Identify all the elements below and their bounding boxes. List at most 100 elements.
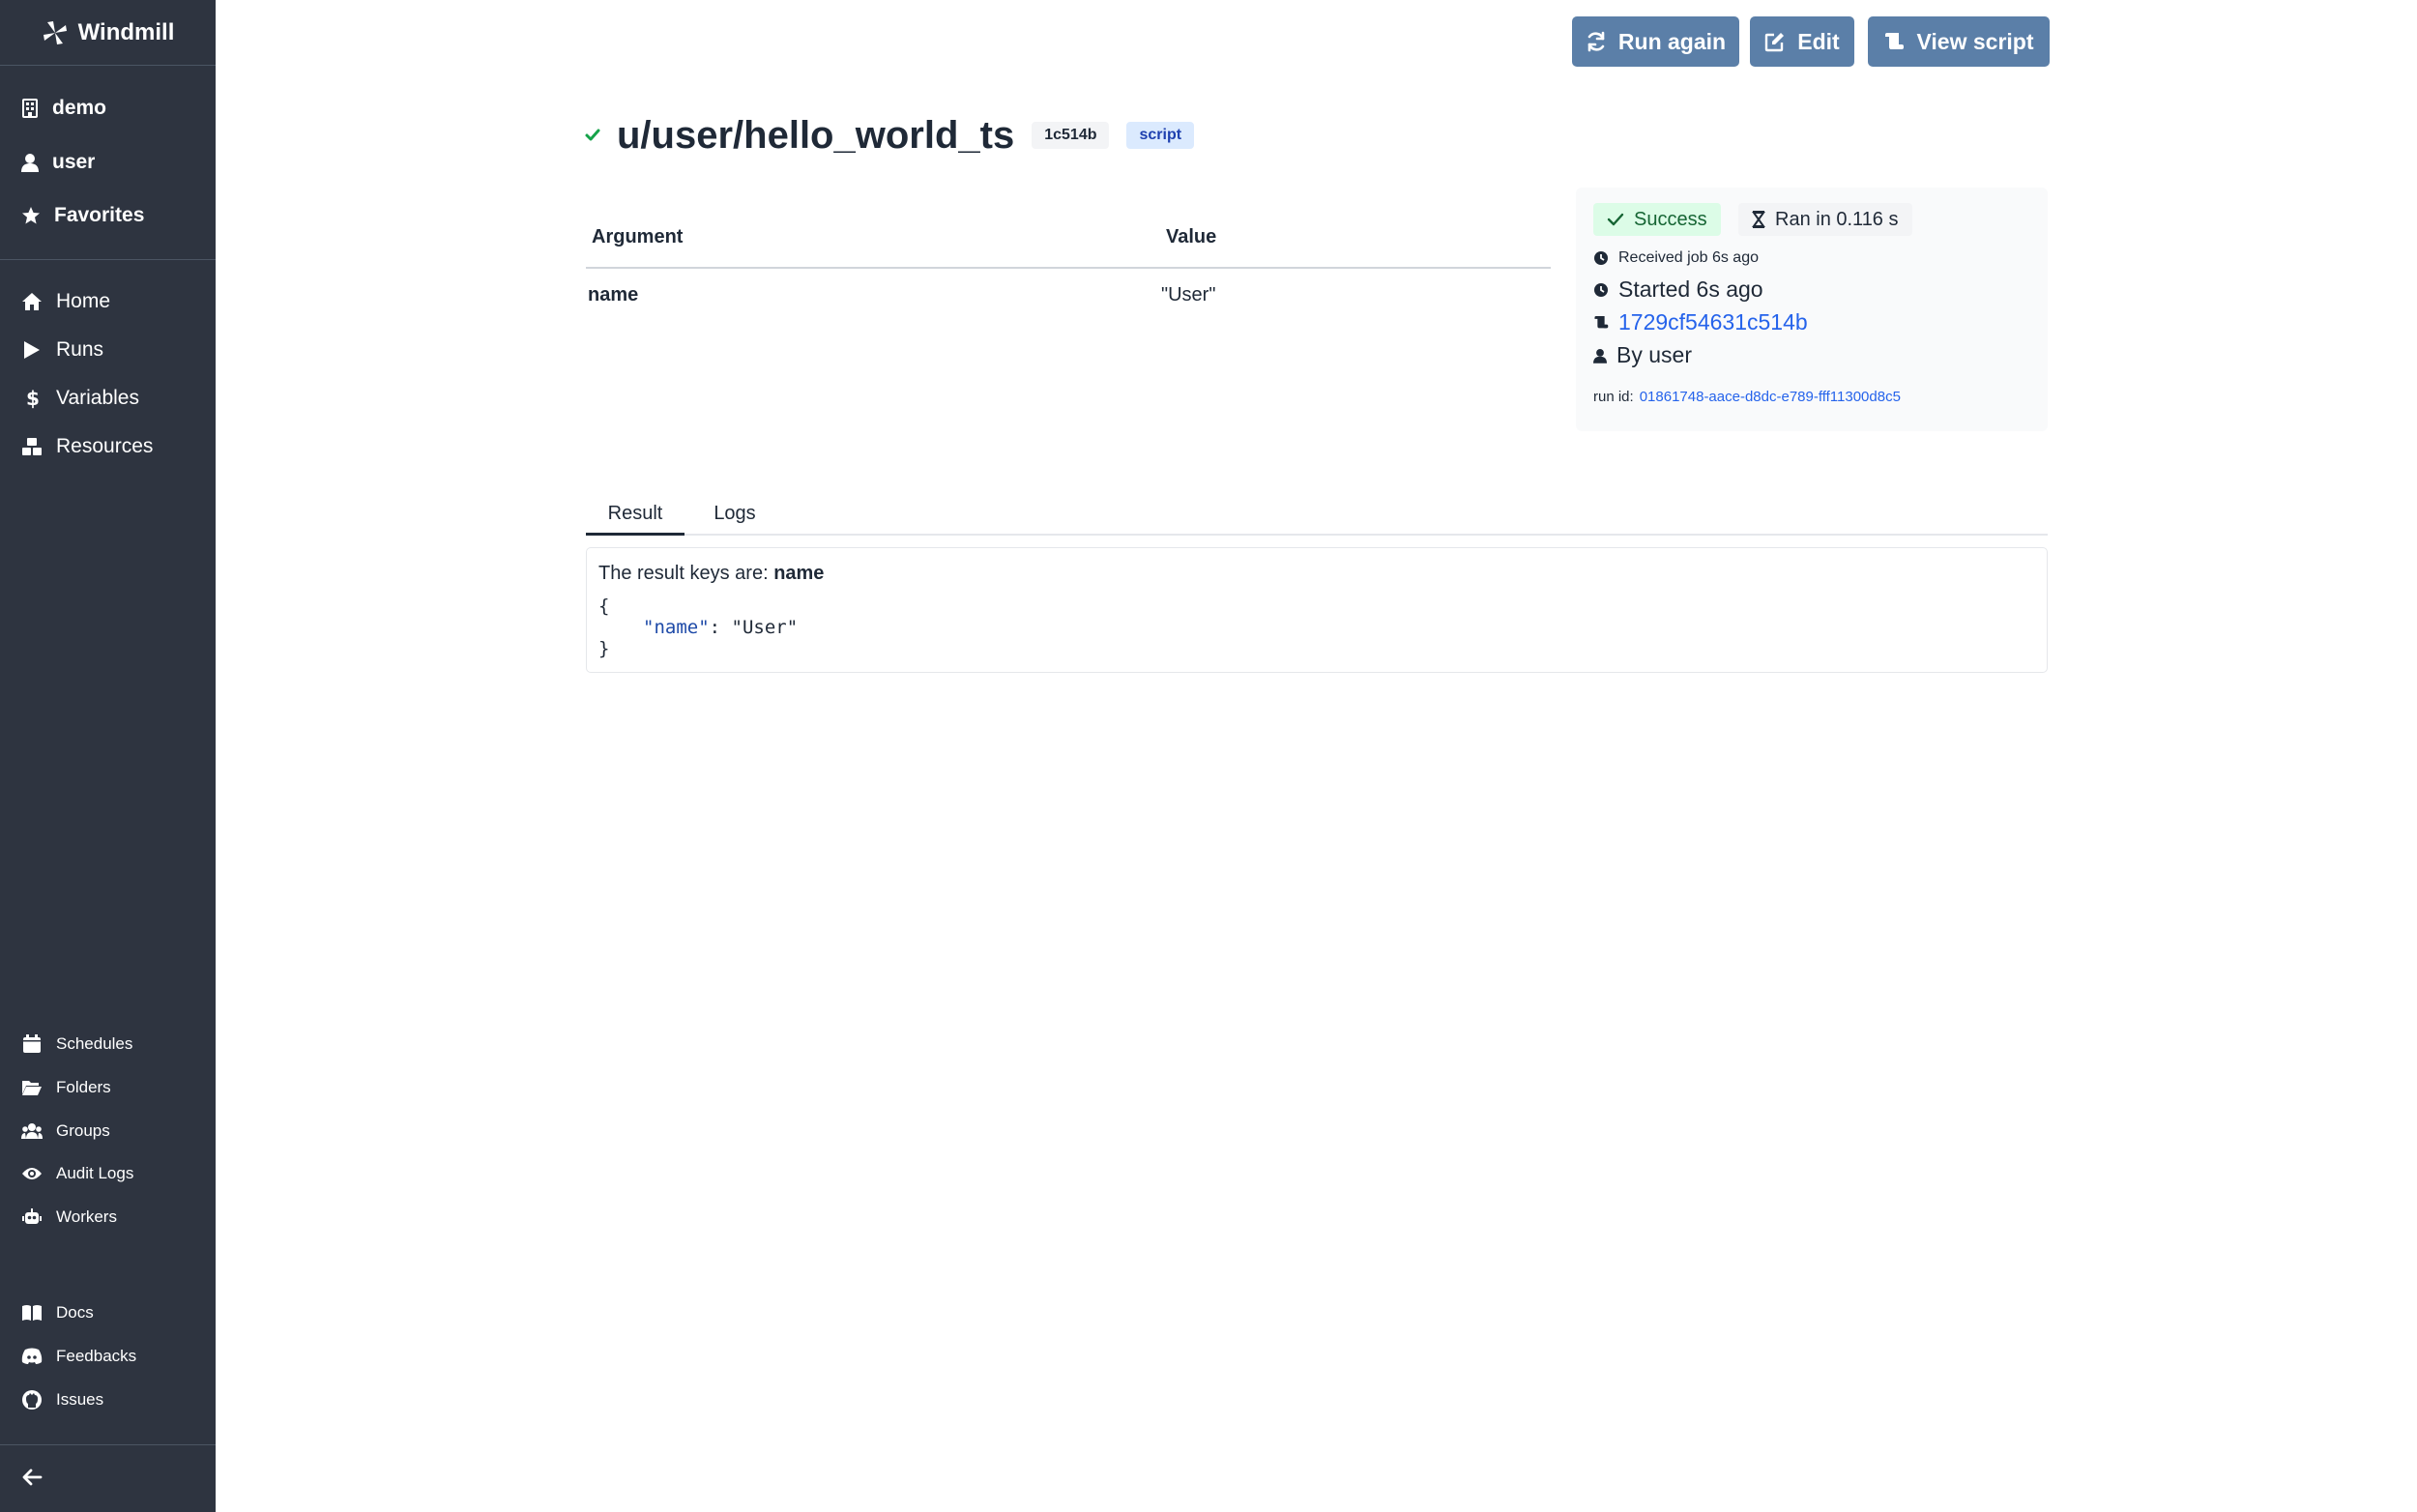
eye-icon bbox=[22, 1168, 42, 1179]
sidebar-item-label: Variables bbox=[56, 387, 139, 409]
result-panel: The result keys are: name { "name": "Use… bbox=[586, 547, 2048, 673]
started-text: Started 6s ago bbox=[1618, 276, 1763, 302]
started-line: Started 6s ago bbox=[1593, 276, 1763, 303]
cubes-icon bbox=[22, 438, 42, 455]
building-icon bbox=[22, 99, 38, 118]
received-text: Received job 6s ago bbox=[1618, 249, 1759, 266]
sidebar-item-feedbacks[interactable]: Feedbacks bbox=[21, 1347, 136, 1366]
json-open-brace: { bbox=[598, 596, 610, 617]
edit-button[interactable]: Edit bbox=[1750, 16, 1854, 67]
script-hash-badge: 1c514b bbox=[1032, 122, 1110, 149]
result-tabs: Result Logs bbox=[586, 495, 2048, 536]
sidebar-item-groups[interactable]: Groups bbox=[21, 1121, 110, 1141]
sidebar-item-label: Folders bbox=[56, 1078, 111, 1096]
brand[interactable]: Windmill bbox=[0, 0, 216, 66]
sidebar: Windmill demo user Favorites Home Runs $… bbox=[0, 0, 216, 1512]
result-keys-value: name bbox=[773, 563, 825, 584]
sidebar-item-workers[interactable]: Workers bbox=[21, 1207, 117, 1227]
sidebar-item-label: Feedbacks bbox=[56, 1347, 137, 1365]
run-id-label: run id: bbox=[1593, 389, 1634, 405]
dollar-icon: $ bbox=[26, 388, 40, 409]
sidebar-item-label: Favorites bbox=[54, 204, 145, 226]
argument-value: "User" bbox=[1161, 284, 1216, 305]
star-icon bbox=[22, 207, 40, 224]
discord-icon bbox=[21, 1348, 43, 1364]
run-again-button[interactable]: Run again bbox=[1572, 16, 1739, 67]
arrow-left-icon bbox=[22, 1468, 43, 1486]
received-line: Received job 6s ago bbox=[1593, 249, 1759, 267]
sidebar-item-favorites[interactable]: Favorites bbox=[21, 204, 144, 227]
json-close-brace: } bbox=[598, 638, 610, 659]
sidebar-item-issues[interactable]: Issues bbox=[21, 1389, 103, 1410]
sidebar-divider bbox=[0, 1444, 216, 1445]
sidebar-item-resources[interactable]: Resources bbox=[21, 435, 153, 458]
duration-label: Ran in 0.116 s bbox=[1775, 208, 1899, 230]
job-path: u/user/hello_world_ts bbox=[617, 113, 1015, 157]
result-keys-line: The result keys are: name bbox=[598, 560, 824, 587]
sidebar-item-home[interactable]: Home bbox=[21, 290, 110, 313]
sidebar-item-runs[interactable]: Runs bbox=[21, 338, 103, 362]
refresh-icon bbox=[1587, 31, 1605, 52]
script-hash-link[interactable]: 1729cf54631c514b bbox=[1618, 309, 1808, 335]
job-status-card: Success Ran in 0.116 s Received job 6s a… bbox=[1576, 188, 2048, 431]
result-keys-label: The result keys are: bbox=[598, 563, 769, 584]
sidebar-item-label: demo bbox=[52, 97, 107, 119]
sidebar-item-label: Audit Logs bbox=[56, 1164, 134, 1182]
check-icon bbox=[585, 129, 600, 141]
folder-open-icon bbox=[22, 1081, 42, 1095]
args-table-header: Argument Value bbox=[586, 222, 1551, 269]
collapse-sidebar-button[interactable] bbox=[21, 1468, 43, 1487]
clock-icon bbox=[1594, 282, 1608, 297]
sidebar-item-label: Workers bbox=[56, 1207, 117, 1226]
argument-column-header: Argument bbox=[592, 226, 684, 247]
home-icon bbox=[22, 293, 42, 310]
sidebar-item-label: Schedules bbox=[56, 1034, 133, 1053]
sidebar-item-workspace[interactable]: demo bbox=[21, 97, 106, 120]
by-user-text: By user bbox=[1616, 342, 1692, 367]
run-again-label: Run again bbox=[1617, 28, 1727, 54]
check-icon bbox=[1607, 213, 1624, 226]
job-kind-badge: script bbox=[1126, 122, 1195, 149]
users-icon bbox=[21, 1123, 43, 1139]
scroll-icon bbox=[1885, 33, 1905, 49]
play-icon bbox=[24, 341, 40, 359]
json-value: "User" bbox=[731, 617, 799, 638]
json-key: "name" bbox=[643, 617, 710, 638]
table-row: name "User" bbox=[586, 280, 1551, 309]
user-icon bbox=[1593, 348, 1607, 363]
success-badge: Success bbox=[1593, 203, 1721, 236]
script-hash-line[interactable]: 1729cf54631c514b bbox=[1593, 309, 1808, 335]
svg-text:$: $ bbox=[26, 388, 40, 409]
sidebar-item-schedules[interactable]: Schedules bbox=[21, 1034, 132, 1054]
hourglass-icon bbox=[1752, 211, 1765, 228]
user-icon bbox=[21, 154, 39, 172]
sidebar-item-label: user bbox=[52, 151, 96, 173]
sidebar-item-label: Groups bbox=[56, 1121, 110, 1140]
sidebar-item-user[interactable]: user bbox=[21, 151, 95, 174]
sidebar-item-label: Resources bbox=[56, 435, 154, 457]
job-title-row: u/user/hello_world_ts 1c514b script bbox=[584, 108, 1195, 162]
by-user-line: By user bbox=[1593, 342, 1692, 368]
sidebar-item-label: Docs bbox=[56, 1303, 94, 1322]
view-script-button[interactable]: View script bbox=[1868, 16, 2050, 67]
sidebar-item-audit-logs[interactable]: Audit Logs bbox=[21, 1164, 133, 1183]
book-icon bbox=[22, 1305, 42, 1321]
clock-icon bbox=[1594, 251, 1608, 265]
sidebar-item-folders[interactable]: Folders bbox=[21, 1078, 111, 1097]
robot-icon bbox=[22, 1208, 42, 1224]
sidebar-item-label: Runs bbox=[56, 338, 104, 361]
duration-badge: Ran in 0.116 s bbox=[1738, 203, 1912, 236]
github-icon bbox=[22, 1390, 42, 1410]
edit-icon bbox=[1765, 33, 1785, 52]
scroll-icon bbox=[1594, 315, 1609, 329]
sidebar-item-docs[interactable]: Docs bbox=[21, 1303, 94, 1323]
calendar-icon bbox=[23, 1034, 41, 1053]
tab-result[interactable]: Result bbox=[586, 495, 684, 536]
sidebar-item-variables[interactable]: $ Variables bbox=[21, 387, 139, 410]
json-entry: "name": "User" bbox=[643, 617, 799, 638]
run-id-line: run id: 01861748-aace-d8dc-e789-fff11300… bbox=[1593, 389, 1901, 405]
sidebar-divider bbox=[0, 259, 216, 260]
view-script-label: View script bbox=[1916, 28, 2034, 54]
run-id-link[interactable]: 01861748-aace-d8dc-e789-fff11300d8c5 bbox=[1640, 389, 1901, 405]
tab-logs[interactable]: Logs bbox=[692, 495, 777, 536]
